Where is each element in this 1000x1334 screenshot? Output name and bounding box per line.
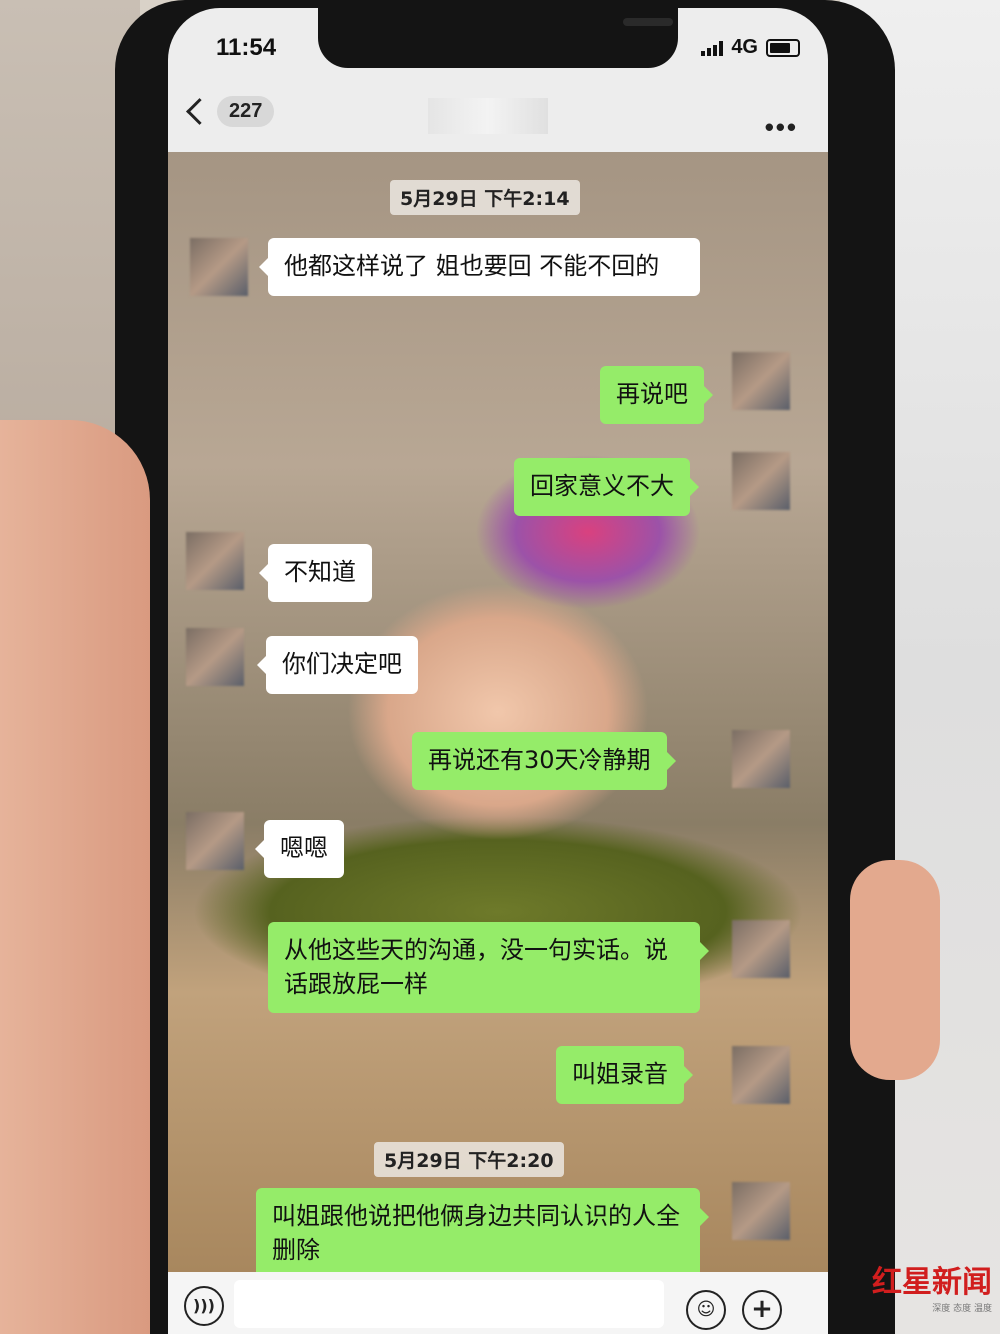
- avatar[interactable]: [732, 1182, 790, 1240]
- network-label: 4G: [731, 36, 758, 58]
- status-time: 11:54: [216, 34, 277, 61]
- status-right: 4G: [701, 36, 800, 59]
- message-outgoing[interactable]: 再说吧: [600, 366, 713, 424]
- avatar[interactable]: [732, 730, 790, 788]
- watermark-logo: 红星新闻: [872, 1265, 992, 1300]
- message-outgoing[interactable]: 叫姐录音: [556, 1046, 693, 1104]
- chat-title-pixelated: [428, 98, 548, 134]
- speaker: [623, 18, 673, 26]
- avatar[interactable]: [732, 352, 790, 410]
- timestamp: 5月29日 下午2:14: [390, 180, 580, 215]
- input-bar: ))) ☺ +: [168, 1272, 828, 1334]
- avatar[interactable]: [186, 628, 244, 686]
- message-outgoing[interactable]: 从他这些天的沟通，没一句实话。说话跟放屁一样: [268, 922, 709, 1014]
- message-outgoing[interactable]: 再说还有30天冷静期: [412, 732, 676, 790]
- voice-icon[interactable]: ))): [184, 1286, 224, 1326]
- avatar[interactable]: [186, 812, 244, 870]
- finger: [850, 860, 940, 1080]
- hand: [0, 420, 150, 1334]
- avatar[interactable]: [732, 452, 790, 510]
- phone-screen: 11:54 4G 227 ••• 5月29日 下午2:14 他都这样说了 姐也要…: [168, 8, 828, 1334]
- message-incoming[interactable]: 不知道: [259, 544, 372, 602]
- message-outgoing[interactable]: 回家意义不大: [514, 458, 699, 516]
- plus-icon[interactable]: +: [742, 1290, 782, 1330]
- message-incoming[interactable]: 他都这样说了 姐也要回 不能不回的: [259, 238, 700, 296]
- message-incoming[interactable]: 你们决定吧: [257, 636, 418, 694]
- notch: [318, 8, 678, 68]
- message-outgoing[interactable]: 叫姐跟他说把他俩身边共同认识的人全删除: [256, 1188, 709, 1272]
- chat-area[interactable]: 5月29日 下午2:14 他都这样说了 姐也要回 不能不回的 再说吧 回家意义不…: [168, 152, 828, 1272]
- message-input[interactable]: [234, 1280, 664, 1328]
- back-button[interactable]: 227: [186, 96, 275, 127]
- avatar[interactable]: [732, 1046, 790, 1104]
- avatar[interactable]: [186, 532, 244, 590]
- chat-header: 227 •••: [168, 82, 828, 152]
- watermark: 红星新闻 深度 态度 温度: [872, 1257, 992, 1314]
- back-arrow-icon: [186, 98, 213, 125]
- message-incoming[interactable]: 嗯嗯: [255, 820, 344, 878]
- signal-icon: [701, 40, 724, 56]
- battery-icon: [766, 38, 800, 57]
- more-icon[interactable]: •••: [765, 112, 798, 143]
- timestamp: 5月29日 下午2:20: [374, 1142, 564, 1177]
- avatar[interactable]: [190, 238, 248, 296]
- unread-badge: 227: [217, 96, 275, 127]
- avatar[interactable]: [732, 920, 790, 978]
- watermark-sub: 深度 态度 温度: [932, 1304, 992, 1314]
- emoji-icon[interactable]: ☺: [686, 1290, 726, 1330]
